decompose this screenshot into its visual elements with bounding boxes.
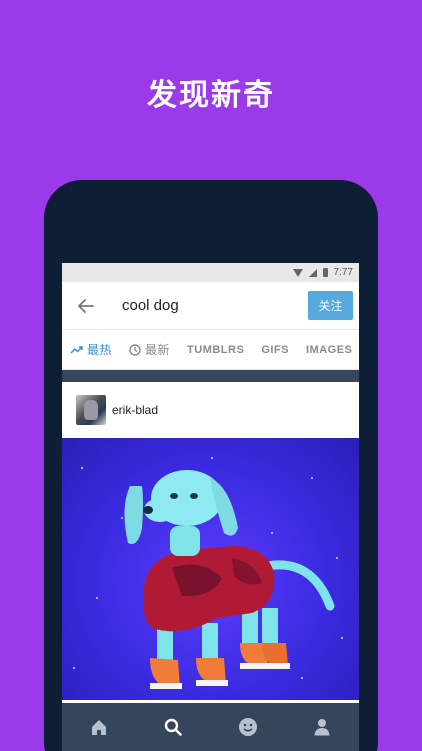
app-screen: 7:77 cool dog 关注 最热 最新 TUMBLRS GIFS IMAG… — [62, 263, 359, 751]
avatar[interactable] — [76, 395, 106, 425]
filter-tabs: 最热 最新 TUMBLRS GIFS IMAGES — [62, 330, 359, 370]
promo-title: 发现新奇 — [147, 78, 275, 113]
nav-activity[interactable] — [228, 703, 268, 751]
bottom-nav — [62, 703, 359, 751]
nav-account[interactable] — [302, 703, 342, 751]
status-bar: 7:77 — [62, 263, 359, 282]
search-bar: cool dog 关注 — [62, 282, 359, 330]
smiley-icon — [238, 718, 257, 736]
clock-icon — [129, 343, 141, 356]
search-query[interactable]: cool dog — [122, 297, 179, 314]
tab-label: 最热 — [87, 343, 113, 357]
tab-hot[interactable]: 最热 — [70, 341, 112, 358]
battery-icon — [322, 268, 328, 277]
tab-label: 最新 — [145, 343, 171, 357]
search-icon — [165, 718, 183, 736]
status-time: 7:77 — [333, 267, 353, 278]
tab-tumblrs[interactable]: TUMBLRS — [187, 344, 244, 356]
post-header: erik-blad — [62, 382, 359, 438]
nav-search[interactable] — [153, 703, 193, 751]
account-icon — [314, 719, 330, 736]
wifi-icon — [292, 268, 303, 277]
trending-icon — [70, 346, 83, 354]
tab-gifs[interactable]: GIFS — [261, 344, 289, 356]
tab-images[interactable]: IMAGES — [306, 344, 352, 356]
tab-latest[interactable]: 最新 — [129, 341, 170, 358]
signal-icon — [308, 268, 317, 277]
post-username[interactable]: erik-blad — [112, 403, 158, 417]
follow-button[interactable]: 关注 — [308, 291, 353, 320]
nav-home[interactable] — [79, 703, 119, 751]
dog-illustration — [73, 457, 343, 689]
home-icon — [92, 720, 107, 735]
back-arrow-icon[interactable] — [66, 282, 106, 330]
feed-divider — [62, 370, 359, 382]
post-image[interactable] — [62, 438, 359, 700]
